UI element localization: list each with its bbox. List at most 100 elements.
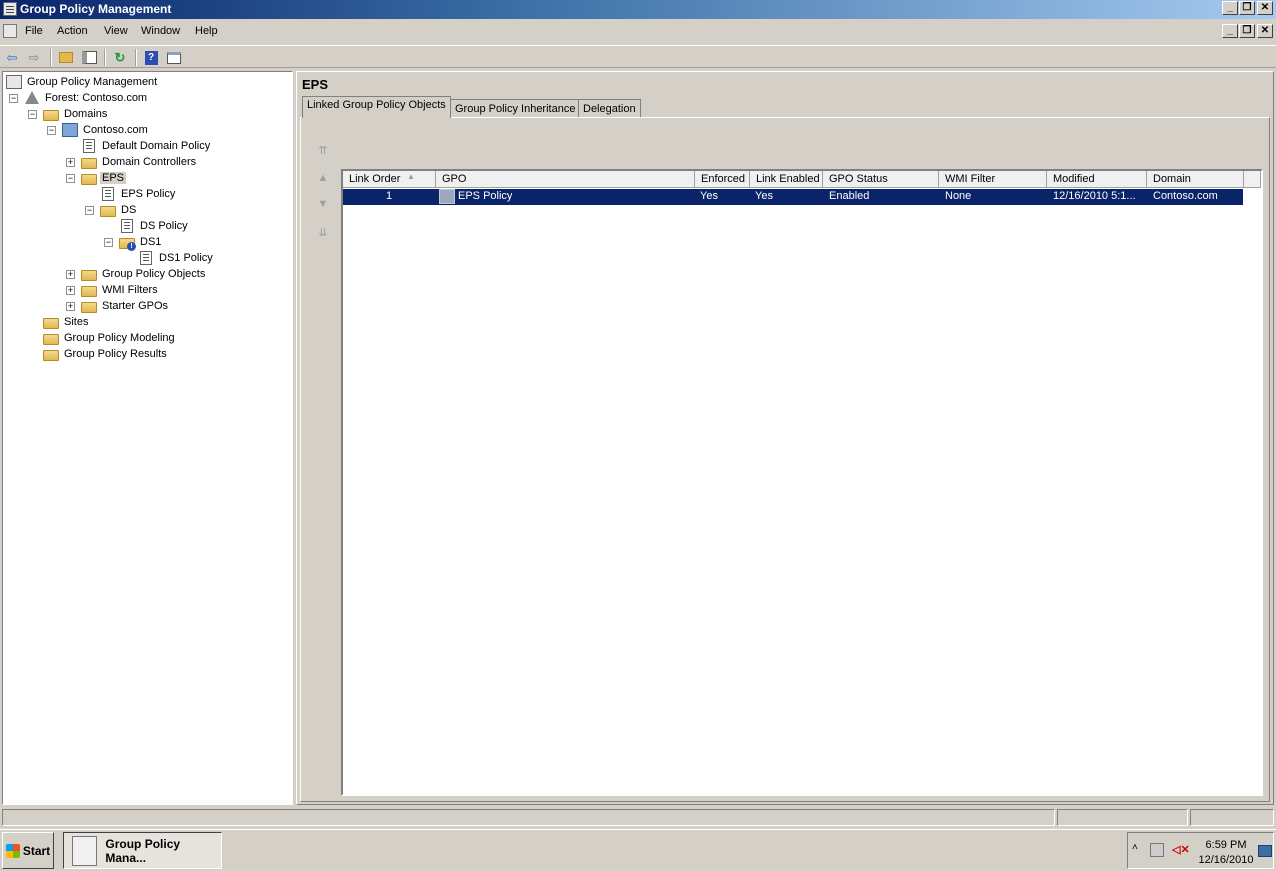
tree-label: Group Policy Objects	[102, 268, 206, 280]
tree-item-ds1-policy[interactable]: DS1 Policy	[138, 250, 215, 266]
app-icon	[3, 2, 17, 16]
close-button[interactable]: ✕	[1257, 1, 1273, 15]
linked-gpo-list: Link Order ▲ GPO Enforced Link Enabled GP…	[341, 169, 1263, 796]
tab-content: ⇈ ▲ ▼ ⇊ Link Order ▲ GPO Enforced Link En…	[300, 117, 1270, 802]
status-bar	[0, 808, 1276, 828]
tree-label-selected: EPS	[100, 172, 127, 184]
menu-action[interactable]: Action	[57, 25, 88, 37]
expand-icon[interactable]: +	[66, 270, 75, 279]
tree-item-ds[interactable]: DS	[100, 202, 138, 218]
toolbar: ⇦ ⇨ ↻ ?	[0, 45, 1276, 68]
tree-item-default-domain-policy[interactable]: Default Domain Policy	[81, 138, 212, 154]
gpmc-icon	[72, 835, 98, 866]
tree-item-eps-policy[interactable]: EPS Policy	[100, 186, 177, 202]
restore-button[interactable]: ❐	[1239, 1, 1255, 15]
taskbar-button-gpmc[interactable]: Group Policy Mana...	[63, 832, 222, 869]
mdi-document-icon[interactable]	[3, 24, 17, 38]
menu-bar: File Action View Window Help _ ❐ ✕	[0, 21, 1276, 43]
tree-label: Forest: Contoso.com	[45, 92, 148, 104]
column-header-domain[interactable]: Domain	[1147, 171, 1244, 188]
tab-delegation[interactable]: Delegation	[578, 99, 641, 118]
forward-icon[interactable]: ⇨	[25, 49, 43, 66]
cell-gpo: EPS Policy	[458, 190, 513, 202]
tree-label: Group Policy Results	[64, 348, 167, 360]
up-folder-icon[interactable]	[57, 49, 75, 66]
move-down-icon[interactable]: ▼	[313, 198, 333, 214]
tab-linked-gpos[interactable]: Linked Group Policy Objects	[302, 96, 451, 118]
collapse-icon[interactable]: −	[104, 238, 113, 247]
tree-item-domain-controllers[interactable]: Domain Controllers	[81, 154, 198, 170]
show-hidden-icons-icon[interactable]: ˄	[1132, 842, 1138, 853]
tree-item-root[interactable]: Group Policy Management	[6, 74, 159, 90]
column-header-gpo[interactable]: GPO	[436, 171, 695, 188]
network-icon[interactable]	[1150, 843, 1164, 857]
tree-item-results[interactable]: Group Policy Results	[43, 346, 169, 362]
mdi-restore-button[interactable]: ❐	[1239, 24, 1255, 38]
move-bottom-icon[interactable]: ⇊	[313, 226, 333, 242]
help-icon[interactable]: ?	[142, 49, 160, 66]
column-header-link-enabled[interactable]: Link Enabled	[750, 171, 823, 188]
clock-time: 6:59 PM	[1205, 839, 1247, 851]
move-top-icon[interactable]: ⇈	[313, 144, 333, 160]
column-header-modified[interactable]: Modified	[1047, 171, 1147, 188]
tree-label: Sites	[64, 316, 89, 328]
table-row[interactable]: 1 EPS Policy Yes Yes Enabled None 12/16/…	[343, 189, 1243, 205]
results-icon	[43, 349, 59, 361]
expand-icon[interactable]: +	[66, 286, 75, 295]
column-header-gpo-status[interactable]: GPO Status	[823, 171, 939, 188]
tree-item-eps[interactable]: EPS	[81, 170, 127, 186]
tree-item-forest[interactable]: Forest: Contoso.com	[24, 90, 149, 106]
clock[interactable]: 6:59 PM 12/16/2010	[1198, 838, 1254, 868]
collapse-icon[interactable]: −	[28, 110, 37, 119]
tree-item-ds-policy[interactable]: DS Policy	[119, 218, 190, 234]
back-icon[interactable]: ⇦	[3, 49, 21, 66]
start-button[interactable]: Start	[2, 832, 54, 869]
tree-item-contoso[interactable]: Contoso.com	[62, 122, 150, 138]
volume-muted-icon[interactable]: ◁✕	[1172, 843, 1190, 857]
tree-item-group-policy-objects[interactable]: Group Policy Objects	[81, 266, 207, 282]
window-title: Group Policy Management	[20, 2, 172, 16]
domains-folder-icon	[43, 109, 59, 121]
ou-folder-icon	[100, 205, 116, 217]
expand-icon[interactable]: +	[66, 302, 75, 311]
show-desktop-icon[interactable]	[1258, 845, 1272, 857]
minimize-button[interactable]: _	[1222, 1, 1238, 15]
refresh-icon[interactable]: ↻	[111, 49, 129, 66]
tree-label: Domains	[64, 108, 108, 120]
show-hide-tree-icon[interactable]	[80, 49, 98, 66]
tree-item-domains[interactable]: Domains	[43, 106, 109, 122]
menu-window[interactable]: Window	[141, 25, 180, 37]
cell-link-order: 1	[386, 190, 393, 202]
tree-label: DS1	[140, 236, 162, 248]
collapse-icon[interactable]: −	[66, 174, 75, 183]
tree-item-modeling[interactable]: Group Policy Modeling	[43, 330, 177, 346]
column-header-link-order[interactable]: Link Order ▲	[343, 171, 436, 188]
tab-inheritance[interactable]: Group Policy Inheritance	[450, 99, 581, 118]
move-up-icon[interactable]: ▲	[313, 172, 333, 188]
tree-label: Domain Controllers	[102, 156, 197, 168]
mdi-minimize-button[interactable]: _	[1222, 24, 1238, 38]
menu-file[interactable]: File	[25, 25, 43, 37]
collapse-icon[interactable]: −	[85, 206, 94, 215]
column-header-wmi-filter[interactable]: WMI Filter	[939, 171, 1047, 188]
tree-item-starter-gpos[interactable]: Starter GPOs	[81, 298, 170, 314]
cell-enforced: Yes	[700, 190, 718, 202]
collapse-icon[interactable]: −	[9, 94, 18, 103]
tree-label: WMI Filters	[102, 284, 158, 296]
column-header-enforced[interactable]: Enforced	[695, 171, 750, 188]
collapse-icon[interactable]: −	[47, 126, 56, 135]
gpo-link-icon	[140, 251, 152, 265]
menu-help[interactable]: Help	[195, 25, 218, 37]
expand-icon[interactable]: +	[66, 158, 75, 167]
tree-item-wmi-filters[interactable]: WMI Filters	[81, 282, 160, 298]
tree-label: Group Policy Modeling	[64, 332, 175, 344]
properties-icon[interactable]	[165, 49, 183, 66]
mdi-close-button[interactable]: ✕	[1257, 24, 1273, 38]
sites-icon	[43, 317, 59, 329]
tree-item-sites[interactable]: Sites	[43, 314, 90, 330]
gpmc-icon	[6, 75, 22, 89]
taskbar: Start Group Policy Mana... ˄ ◁✕ 6:59 PM …	[0, 829, 1276, 871]
tree-item-ds1[interactable]: ! DS1	[119, 234, 163, 251]
menu-view[interactable]: View	[104, 25, 128, 37]
windows-logo-icon	[5, 843, 20, 858]
